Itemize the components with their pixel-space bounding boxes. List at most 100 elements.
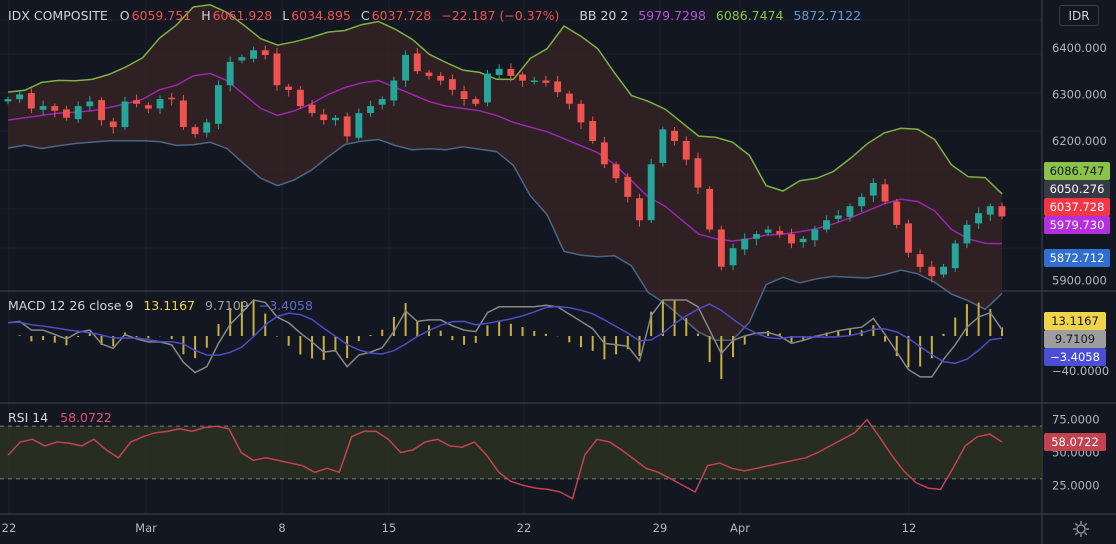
currency-button[interactable]: IDR — [1059, 5, 1099, 26]
rsi-tick-label: 75.0000 — [1052, 413, 1100, 427]
candle-body — [332, 117, 339, 121]
candle-body — [753, 234, 760, 239]
candle-body — [869, 182, 877, 196]
rsi-value: 58.0722 — [60, 410, 112, 425]
bb-upper-value: 6086.7474 — [715, 8, 784, 23]
price-label: 6050.276 — [1050, 182, 1105, 196]
candle-body — [916, 254, 924, 267]
candle-body — [4, 99, 12, 102]
candle-body — [741, 238, 749, 250]
high-label: H — [201, 8, 211, 23]
candle-body — [963, 224, 971, 244]
candle-body — [940, 266, 947, 275]
macd-label: MACD 12 26 close 9 — [8, 298, 134, 313]
close-value: 6037.728 — [371, 8, 432, 23]
candle-body — [98, 100, 105, 121]
candle-body — [975, 213, 982, 224]
bb-basis-value: 5979.7298 — [638, 8, 706, 23]
candle-body — [203, 122, 211, 133]
candle-body — [706, 189, 714, 230]
candle-body — [448, 79, 456, 90]
candle-body — [858, 196, 866, 207]
candle-body — [250, 50, 257, 59]
candle-body — [484, 73, 491, 103]
candle-body — [776, 230, 784, 235]
price-tick-label: 6200.000 — [1052, 134, 1107, 148]
rsi-value-label: 58.0722 — [1051, 435, 1099, 449]
time-tick-label: 12 — [902, 521, 917, 535]
candle-body — [39, 106, 47, 110]
high-value: 6061.928 — [212, 8, 273, 23]
price-label: 5872.712 — [1050, 251, 1105, 265]
candle-body — [565, 93, 573, 104]
candle-body — [261, 50, 269, 55]
time-tick-label: 15 — [382, 521, 397, 535]
candle-body — [928, 266, 936, 276]
candle-body — [823, 220, 830, 230]
candle-body — [460, 91, 468, 100]
candle-body — [530, 80, 538, 82]
candle-body — [191, 127, 199, 135]
candle-body — [168, 97, 176, 100]
candle-body — [577, 103, 585, 123]
macd-value-label: −3.4058 — [1050, 350, 1100, 364]
change-value: −22.187 (−0.37%) — [441, 8, 560, 23]
candle-body — [647, 164, 655, 221]
candle-body — [811, 229, 819, 241]
price-label: 5979.730 — [1050, 218, 1105, 232]
gear-icon[interactable] — [1071, 519, 1091, 539]
candle-body — [285, 86, 293, 90]
candle-body — [507, 68, 515, 76]
candle-body — [717, 229, 725, 267]
price-label: 6037.728 — [1050, 200, 1105, 214]
candle-body — [834, 215, 842, 219]
candle-body — [16, 94, 24, 100]
candle-body — [472, 99, 480, 104]
candle-body — [764, 229, 772, 233]
candle-body — [998, 206, 1006, 217]
candle-body — [121, 101, 129, 128]
candle-body — [437, 75, 445, 81]
candle-body — [636, 198, 643, 221]
macd-tick-label: −40.0000 — [1052, 364, 1109, 378]
candle-body — [238, 57, 246, 61]
candle-body — [519, 74, 526, 81]
candle-body — [367, 106, 374, 114]
rsi-label: RSI 14 — [8, 410, 49, 425]
open-label: O — [119, 8, 130, 23]
rsi-band-fill — [0, 426, 1042, 479]
time-tick-label: Mar — [135, 521, 157, 535]
candle-body — [425, 72, 433, 76]
bb-label: BB 20 2 — [579, 8, 629, 23]
candle-body — [86, 101, 94, 107]
candle-body — [226, 61, 234, 86]
candle-body — [156, 99, 164, 109]
candle-body — [402, 54, 409, 81]
candle-body — [799, 238, 807, 243]
candle-body — [378, 99, 386, 105]
candle-body — [846, 206, 854, 217]
macd-legend: MACD 12 26 close 9 13.1167 9.7109 −3.405… — [8, 298, 315, 313]
price-label: 6086.747 — [1050, 164, 1105, 178]
candle-body — [986, 206, 994, 215]
candle-body — [788, 234, 795, 244]
candle-body — [612, 164, 620, 179]
price-tick-label: 6300.000 — [1052, 87, 1107, 101]
macd-value-label: 9.7109 — [1055, 332, 1095, 346]
candle-body — [308, 104, 316, 114]
candle-body — [215, 85, 222, 124]
candle-body — [893, 201, 901, 225]
candle-body — [951, 243, 959, 269]
candle-body — [905, 223, 912, 253]
candle-body — [51, 106, 59, 111]
time-tick-label: 22 — [2, 521, 17, 535]
time-tick-label: 29 — [653, 521, 668, 535]
symbol-title: IDX COMPOSITE — [8, 8, 108, 23]
price-tick-label: 6400.000 — [1052, 41, 1107, 55]
candle-body — [495, 68, 503, 75]
chart-canvas[interactable]: 6400.0006300.0006200.0006100.0005900.000… — [0, 0, 1116, 544]
candle-body — [624, 176, 632, 197]
time-tick-label: 22 — [517, 521, 532, 535]
candle-body — [296, 89, 304, 107]
price-tick-label: 5900.000 — [1052, 274, 1107, 288]
